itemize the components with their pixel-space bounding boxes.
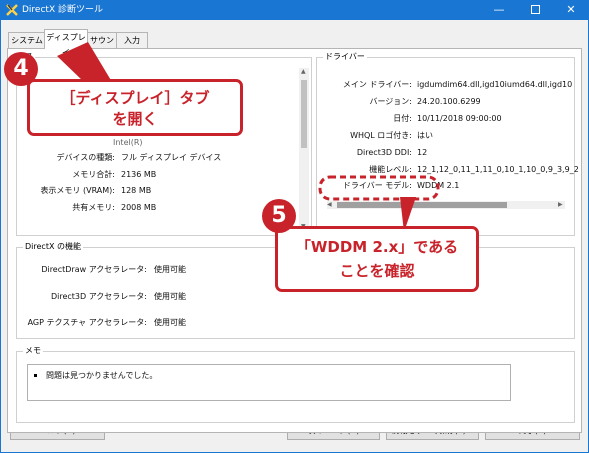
minimize-button[interactable]: — xyxy=(481,0,517,20)
whql-value: はい xyxy=(417,131,433,140)
step-4-callout: ［ディスプレイ］タブ を開く xyxy=(27,79,243,136)
tab-display[interactable]: ディスプレイ xyxy=(44,29,88,57)
step-5-line2: ことを確認 xyxy=(339,262,415,280)
device-type-value: フル ディスプレイ デバイス xyxy=(121,153,222,162)
driver-version-value: 24.20.100.6299 xyxy=(417,97,481,106)
scroll-left-icon[interactable]: ◀ xyxy=(327,201,332,209)
maximize-icon xyxy=(530,4,540,14)
features-group-title: DirectX の機能 xyxy=(23,242,83,252)
agp-value: 使用可能 xyxy=(154,318,186,327)
bullet-icon xyxy=(34,374,37,377)
driver-hscroll-thumb[interactable] xyxy=(337,202,507,208)
ddi-value: 12 xyxy=(417,148,428,157)
driver-version-label: バージョン: xyxy=(369,97,412,106)
step-4-line1: ［ディスプレイ］タブ xyxy=(60,89,210,107)
step-5-callout: 「WDDM 2.x」である ことを確認 xyxy=(275,226,479,292)
tab-sound[interactable]: サウンド xyxy=(87,32,117,60)
driver-model-label: ドライバー モデル: xyxy=(342,181,412,190)
feature-level-value: 12_1,12_0,11_1,11_0,10_1,10_0,9_3,9_2 xyxy=(417,165,579,174)
driver-group-title: ドライバー xyxy=(323,52,367,62)
direct3d-label: Direct3D アクセラレータ: xyxy=(50,292,147,301)
step-5-badge: 5 xyxy=(262,199,296,233)
main-driver-label: メイン ドライバー: xyxy=(342,80,412,89)
tab-system[interactable]: システム xyxy=(8,32,46,48)
directdraw-value: 使用可能 xyxy=(154,265,186,274)
close-button[interactable]: ✕ xyxy=(553,0,589,20)
notes-group-title: メモ xyxy=(23,346,43,356)
main-driver-value: igdumdim64.dll,igd10iumd64.dll,igd10 xyxy=(417,80,573,89)
agp-label: AGP テクスチャ アクセラレータ: xyxy=(27,318,147,327)
maximize-button[interactable] xyxy=(517,0,553,20)
driver-date-value: 10/11/2018 09:00:00 xyxy=(417,114,502,123)
shared-memory-label: 共有メモリ: xyxy=(72,203,115,212)
device-partial-value: Intel(R) xyxy=(113,138,143,147)
directdraw-label: DirectDraw アクセラレータ: xyxy=(41,265,147,274)
driver-date-label: 日付: xyxy=(393,114,412,123)
device-type-label: デバイスの種類: xyxy=(56,153,115,162)
ddi-label: Direct3D DDI: xyxy=(356,148,412,157)
notes-item: 問題は見つかりませんでした。 xyxy=(46,371,158,380)
notes-group: メモ 問題は見つかりませんでした。 xyxy=(16,346,575,423)
step-4-line2: を開く xyxy=(112,110,158,128)
directx-app-icon xyxy=(6,4,18,16)
driver-hscrollbar[interactable]: ◀ ▶ xyxy=(327,201,565,209)
step-5-line1: 「WDDM 2.x」である xyxy=(295,238,459,256)
window-title: DirectX 診断ツール xyxy=(22,5,103,15)
whql-label: WHQL ロゴ付き: xyxy=(350,131,412,140)
total-memory-label: メモリ合計: xyxy=(72,170,115,179)
direct3d-value: 使用可能 xyxy=(154,292,186,301)
scroll-up-icon[interactable]: ▲ xyxy=(301,68,306,76)
vram-value: 128 MB xyxy=(121,186,152,195)
shared-memory-value: 2008 MB xyxy=(121,203,157,212)
tab-input[interactable]: 入力 xyxy=(116,32,148,48)
feature-level-label: 機能レベル: xyxy=(369,165,412,174)
total-memory-value: 2136 MB xyxy=(121,170,157,179)
notes-textbox[interactable]: 問題は見つかりませんでした。 xyxy=(27,364,511,401)
step-4-badge: 4 xyxy=(4,52,38,86)
driver-model-value: WDDM 2.1 xyxy=(417,181,460,190)
scroll-right-icon[interactable]: ▶ xyxy=(558,201,563,209)
vram-label: 表示メモリ (VRAM): xyxy=(40,186,115,195)
driver-group: ドライバー メイン ドライバー: igdumdim64.dll,igd10ium… xyxy=(316,52,579,236)
title-bar: DirectX 診断ツール — ✕ xyxy=(0,0,589,20)
